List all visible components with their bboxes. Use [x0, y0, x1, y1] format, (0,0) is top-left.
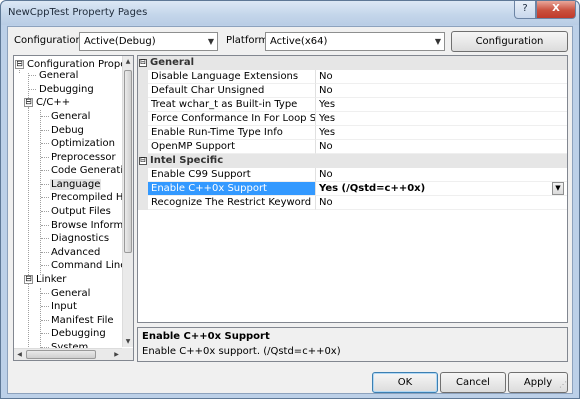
property-row[interactable]: Default Char Unsigned No	[138, 84, 567, 98]
chevron-down-icon[interactable]: ▼	[552, 182, 564, 195]
platform-value: Active(x64)	[270, 36, 328, 47]
tree-item-output-files[interactable]: Output Files	[50, 205, 112, 218]
tree-item-advanced[interactable]: Advanced	[50, 246, 101, 259]
collapse-icon[interactable]: ⊟	[15, 60, 24, 69]
scroll-left-icon[interactable]: ◀	[14, 349, 25, 360]
collapse-icon[interactable]: ⊟	[24, 275, 33, 284]
collapse-icon[interactable]: ⊟	[139, 157, 147, 165]
property-row[interactable]: OpenMP Support No	[138, 140, 567, 154]
category-intel-specific[interactable]: ⊟ Intel Specific	[138, 154, 567, 168]
dialog-client: Configuration: Active(Debug) ▼ Platform:…	[7, 26, 573, 394]
tree-item-cc-debug[interactable]: Debug	[50, 124, 85, 137]
scroll-up-icon[interactable]: ▲	[123, 56, 133, 67]
tree-item-precompiled-headers[interactable]: Precompiled H	[50, 191, 124, 204]
description-text: Enable C++0x support. (/Qstd=c++0x)	[142, 346, 341, 357]
tree-item-input[interactable]: Input	[50, 300, 78, 313]
description-pane: Enable C++0x Support Enable C++0x suppor…	[137, 327, 568, 362]
tree-item-cc-general[interactable]: General	[50, 110, 91, 123]
property-row[interactable]: Force Conformance In For Loop ScopeYes	[138, 112, 567, 126]
scroll-thumb[interactable]	[26, 350, 96, 359]
ok-button[interactable]: OK	[372, 372, 438, 393]
tree-item-linker[interactable]: ⊟ Linker	[24, 273, 67, 286]
category-tree[interactable]: ⊟ Configuration Proper General Debugging …	[13, 55, 134, 361]
tree-item-browse-information[interactable]: Browse Informa	[50, 219, 130, 232]
close-button[interactable]: X	[536, 1, 576, 19]
property-pages-window: NewCppTest Property Pages ? X Configurat…	[0, 0, 580, 399]
scroll-right-icon[interactable]: ▶	[111, 349, 122, 360]
tree-item-linker-debugging[interactable]: Debugging	[50, 327, 107, 340]
window-title: NewCppTest Property Pages	[8, 7, 148, 18]
property-row[interactable]: Disable Language Extensions No	[138, 70, 567, 84]
collapse-icon[interactable]: ⊟	[139, 59, 147, 67]
cancel-button[interactable]: Cancel	[440, 372, 506, 393]
property-grid[interactable]: ⊟ General Disable Language Extensions No …	[137, 55, 568, 323]
tree-item-preprocessor[interactable]: Preprocessor	[50, 151, 117, 164]
tree-item-diagnostics[interactable]: Diagnostics	[50, 232, 110, 245]
tree-item-manifest-file[interactable]: Manifest File	[50, 314, 115, 327]
tree-horizontal-scrollbar[interactable]: ◀ ▶	[14, 348, 122, 360]
tree-item-code-generation[interactable]: Code Generatio	[50, 164, 130, 177]
property-row[interactable]: Recognize The Restrict Keyword No	[138, 196, 567, 210]
property-row[interactable]: Treat wchar_t as Built-in Type Yes	[138, 98, 567, 112]
tree-item-command-line[interactable]: Command Line	[50, 259, 127, 272]
configuration-manager-button[interactable]: Configuration Manager...	[451, 31, 568, 66]
chevron-down-icon: ▼	[207, 37, 214, 46]
configuration-value: Active(Debug)	[84, 36, 156, 47]
category-general[interactable]: ⊟ General	[138, 56, 567, 70]
resize-grip-icon[interactable]: ⋰	[559, 380, 569, 390]
tree-item-language[interactable]: Language	[50, 178, 102, 191]
help-button[interactable]: ?	[514, 1, 536, 19]
scroll-thumb[interactable]	[124, 70, 132, 253]
tree-vertical-scrollbar[interactable]: ▲ ▼	[122, 56, 133, 347]
platform-select[interactable]: Active(x64) ▼	[265, 32, 445, 51]
tree-item-linker-general[interactable]: General	[50, 287, 91, 300]
tree-item-optimization[interactable]: Optimization	[50, 137, 116, 150]
collapse-icon[interactable]: ⊟	[24, 98, 33, 107]
tree-item-debugging[interactable]: Debugging	[38, 83, 95, 96]
property-row-selected[interactable]: Enable C++0x Support Yes (/Qstd=c++0x) ▼	[138, 182, 567, 196]
scroll-down-icon[interactable]: ▼	[123, 336, 133, 347]
property-row[interactable]: Enable C99 Support No	[138, 168, 567, 182]
tree-item-c-cpp[interactable]: ⊟ C/C++	[24, 96, 71, 109]
chevron-down-icon: ▼	[434, 37, 441, 46]
tree-item-general[interactable]: General	[38, 69, 79, 82]
configuration-select[interactable]: Active(Debug) ▼	[79, 32, 218, 51]
configuration-label: Configuration:	[14, 35, 86, 46]
description-title: Enable C++0x Support	[142, 331, 270, 342]
title-bar[interactable]: NewCppTest Property Pages ? X	[1, 1, 579, 25]
property-row[interactable]: Enable Run-Time Type Info Yes	[138, 126, 567, 140]
property-value-dropdown[interactable]: Yes (/Qstd=c++0x) ▼	[316, 182, 567, 196]
scroll-corner	[122, 348, 133, 360]
